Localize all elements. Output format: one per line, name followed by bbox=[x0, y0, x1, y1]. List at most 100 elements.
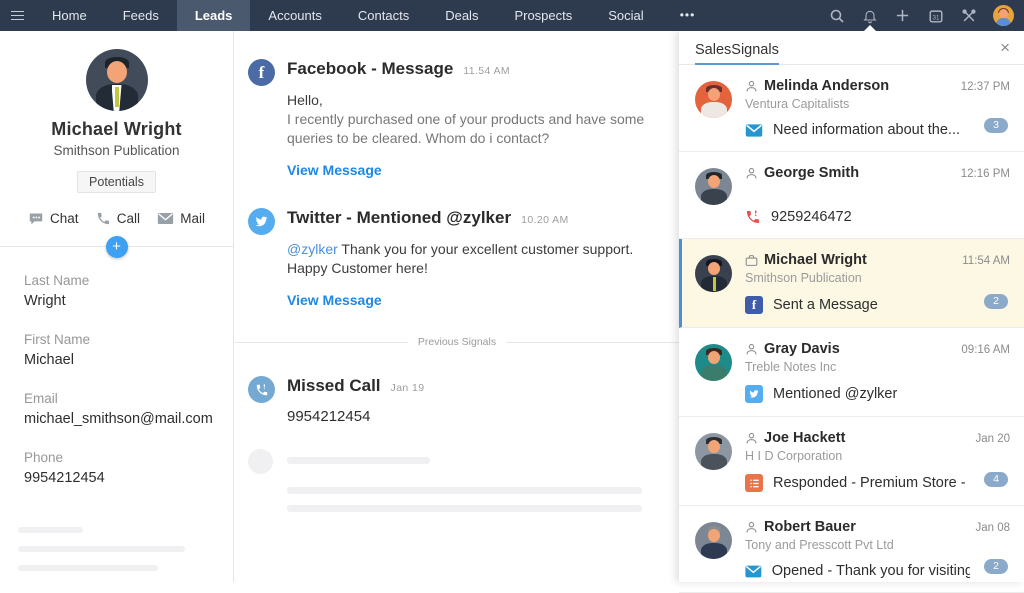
contact-avatar bbox=[695, 433, 732, 470]
signal-row-joe-hackett[interactable]: Joe Hackett Jan 20 H I D Corporation Res… bbox=[679, 417, 1024, 506]
message-greeting: Hello, bbox=[287, 91, 659, 110]
nav-item-home[interactable]: Home bbox=[34, 0, 105, 31]
contact-avatar bbox=[695, 255, 732, 292]
user-avatar[interactable] bbox=[993, 5, 1014, 26]
mention-handle[interactable]: @zylker bbox=[287, 241, 338, 257]
divider-label: Previous Signals bbox=[418, 336, 496, 348]
contact-company: Ventura Capitalists bbox=[745, 97, 1010, 112]
contact-company bbox=[745, 184, 1010, 199]
top-navigation-bar: Home Feeds Leads Accounts Contacts Deals… bbox=[0, 0, 1024, 31]
person-icon bbox=[745, 432, 758, 445]
tools-icon[interactable] bbox=[952, 0, 985, 31]
message-body: Thank you for your excellent customer su… bbox=[287, 241, 633, 276]
signal-row-george-smith[interactable]: George Smith 12:16 PM 9259246472 bbox=[679, 152, 1024, 239]
panel-title: SalesSignals bbox=[695, 42, 779, 58]
contact-name: Gray Davis bbox=[764, 341, 840, 357]
signal-row-melinda-anderson[interactable]: Melinda Anderson 12:37 PM Ventura Capita… bbox=[679, 65, 1024, 152]
add-button[interactable]: + bbox=[106, 236, 128, 258]
view-message-link[interactable]: View Message bbox=[287, 162, 382, 178]
field-phone: Phone 9954212454 bbox=[24, 450, 209, 486]
entry-time: 10.20 AM bbox=[521, 214, 569, 226]
field-value: michael_smithson@mail.com bbox=[24, 411, 209, 427]
contact-company: Smithson Publication bbox=[745, 271, 1010, 286]
contact-name: Robert Bauer bbox=[764, 519, 856, 535]
field-value: Wright bbox=[24, 293, 209, 309]
loading-skeleton bbox=[0, 509, 233, 571]
signal-row-michael-wright[interactable]: Michael Wright 11:54 AM Smithson Publica… bbox=[679, 239, 1024, 328]
contact-company: Treble Notes Inc bbox=[745, 360, 1010, 375]
facebook-icon: f bbox=[248, 59, 275, 86]
lead-detail-panel: Michael Wright Smithson Publication Pote… bbox=[0, 31, 234, 582]
field-label: Last Name bbox=[24, 273, 209, 288]
nav-item-social[interactable]: Social bbox=[590, 0, 661, 31]
signal-message: Need information about the... bbox=[773, 122, 960, 138]
entry-title: Facebook - Message bbox=[287, 59, 453, 79]
signal-time: 12:16 PM bbox=[961, 168, 1010, 180]
missed-call-number: 9954212454 bbox=[287, 408, 659, 425]
chat-button[interactable]: Chat bbox=[28, 211, 79, 226]
nav-item-leads[interactable]: Leads bbox=[177, 0, 251, 31]
contact-avatar bbox=[695, 81, 732, 118]
chat-label: Chat bbox=[50, 211, 79, 226]
facebook-icon: f bbox=[745, 296, 763, 314]
person-icon bbox=[745, 167, 758, 180]
contact-name: Michael Wright bbox=[764, 252, 867, 268]
signal-row-gray-davis[interactable]: Gray Davis 09:16 AM Treble Notes Inc Men… bbox=[679, 328, 1024, 417]
nav-item-contacts[interactable]: Contacts bbox=[340, 0, 427, 31]
call-button[interactable]: Call bbox=[96, 211, 140, 226]
lead-name: Michael Wright bbox=[0, 119, 233, 140]
field-label: First Name bbox=[24, 332, 209, 347]
calendar-icon[interactable]: 31 bbox=[919, 0, 952, 31]
twitter-icon bbox=[745, 385, 763, 403]
signal-count-badge: 3 bbox=[984, 118, 1008, 133]
hamburger-menu-icon[interactable] bbox=[0, 0, 34, 31]
missed-call-icon bbox=[248, 376, 275, 403]
signal-count-badge: 4 bbox=[984, 472, 1008, 487]
field-value: Michael bbox=[24, 352, 209, 368]
mail-button[interactable]: Mail bbox=[157, 211, 205, 226]
signal-time: 12:37 PM bbox=[961, 81, 1010, 93]
twitter-icon bbox=[248, 208, 275, 235]
contact-name: George Smith bbox=[764, 165, 859, 181]
contact-avatar bbox=[695, 168, 732, 205]
signal-count-badge: 2 bbox=[984, 559, 1008, 574]
phone-icon bbox=[96, 211, 111, 226]
plus-icon[interactable] bbox=[886, 0, 919, 31]
bell-active-pointer bbox=[864, 25, 876, 31]
contact-company: Tony and Presscott Pvt Ltd bbox=[745, 538, 1010, 553]
signals-timeline: f Facebook - Message 11.54 AM Hello, I r… bbox=[235, 31, 679, 582]
timeline-entry-missed-call: Missed Call Jan 19 9954212454 bbox=[235, 348, 679, 425]
contact-avatar bbox=[695, 522, 732, 559]
search-icon[interactable] bbox=[820, 0, 853, 31]
nav-more-menu[interactable]: ••• bbox=[662, 0, 714, 31]
timeline-entry-facebook: f Facebook - Message 11.54 AM Hello, I r… bbox=[235, 31, 679, 180]
view-message-link[interactable]: View Message bbox=[287, 292, 382, 308]
contact-name: Joe Hackett bbox=[764, 430, 845, 446]
entry-time: Jan 19 bbox=[391, 382, 425, 394]
field-label: Phone bbox=[24, 450, 209, 465]
lead-company: Smithson Publication bbox=[0, 143, 233, 158]
entry-title: Twitter - Mentioned @zylker bbox=[287, 208, 511, 228]
nav-item-feeds[interactable]: Feeds bbox=[105, 0, 177, 31]
briefcase-icon bbox=[745, 254, 758, 267]
signal-time: Jan 08 bbox=[975, 522, 1010, 534]
signal-message: Responded - Premium Store - Fee... bbox=[773, 475, 970, 491]
bell-icon[interactable] bbox=[853, 0, 886, 31]
field-last-name: Last Name Wright bbox=[24, 273, 209, 309]
potentials-badge[interactable]: Potentials bbox=[77, 171, 156, 193]
sales-signals-panel: SalesSignals × Melinda Anderson 12:37 PM… bbox=[679, 31, 1024, 582]
nav-item-prospects[interactable]: Prospects bbox=[496, 0, 590, 31]
contact-avatar bbox=[695, 344, 732, 381]
field-first-name: First Name Michael bbox=[24, 332, 209, 368]
survey-icon bbox=[745, 474, 763, 492]
signal-row-robert-bauer[interactable]: Robert Bauer Jan 08 Tony and Presscott P… bbox=[679, 506, 1024, 593]
nav-item-accounts[interactable]: Accounts bbox=[250, 0, 339, 31]
close-icon[interactable]: × bbox=[1000, 38, 1010, 58]
contact-company: H I D Corporation bbox=[745, 449, 1010, 464]
missed-call-icon bbox=[745, 209, 761, 225]
field-email: Email michael_smithson@mail.com bbox=[24, 391, 209, 427]
signal-time: 11:54 AM bbox=[962, 255, 1010, 267]
entry-time: 11.54 AM bbox=[463, 65, 510, 77]
person-icon bbox=[745, 80, 758, 93]
nav-item-deals[interactable]: Deals bbox=[427, 0, 496, 31]
